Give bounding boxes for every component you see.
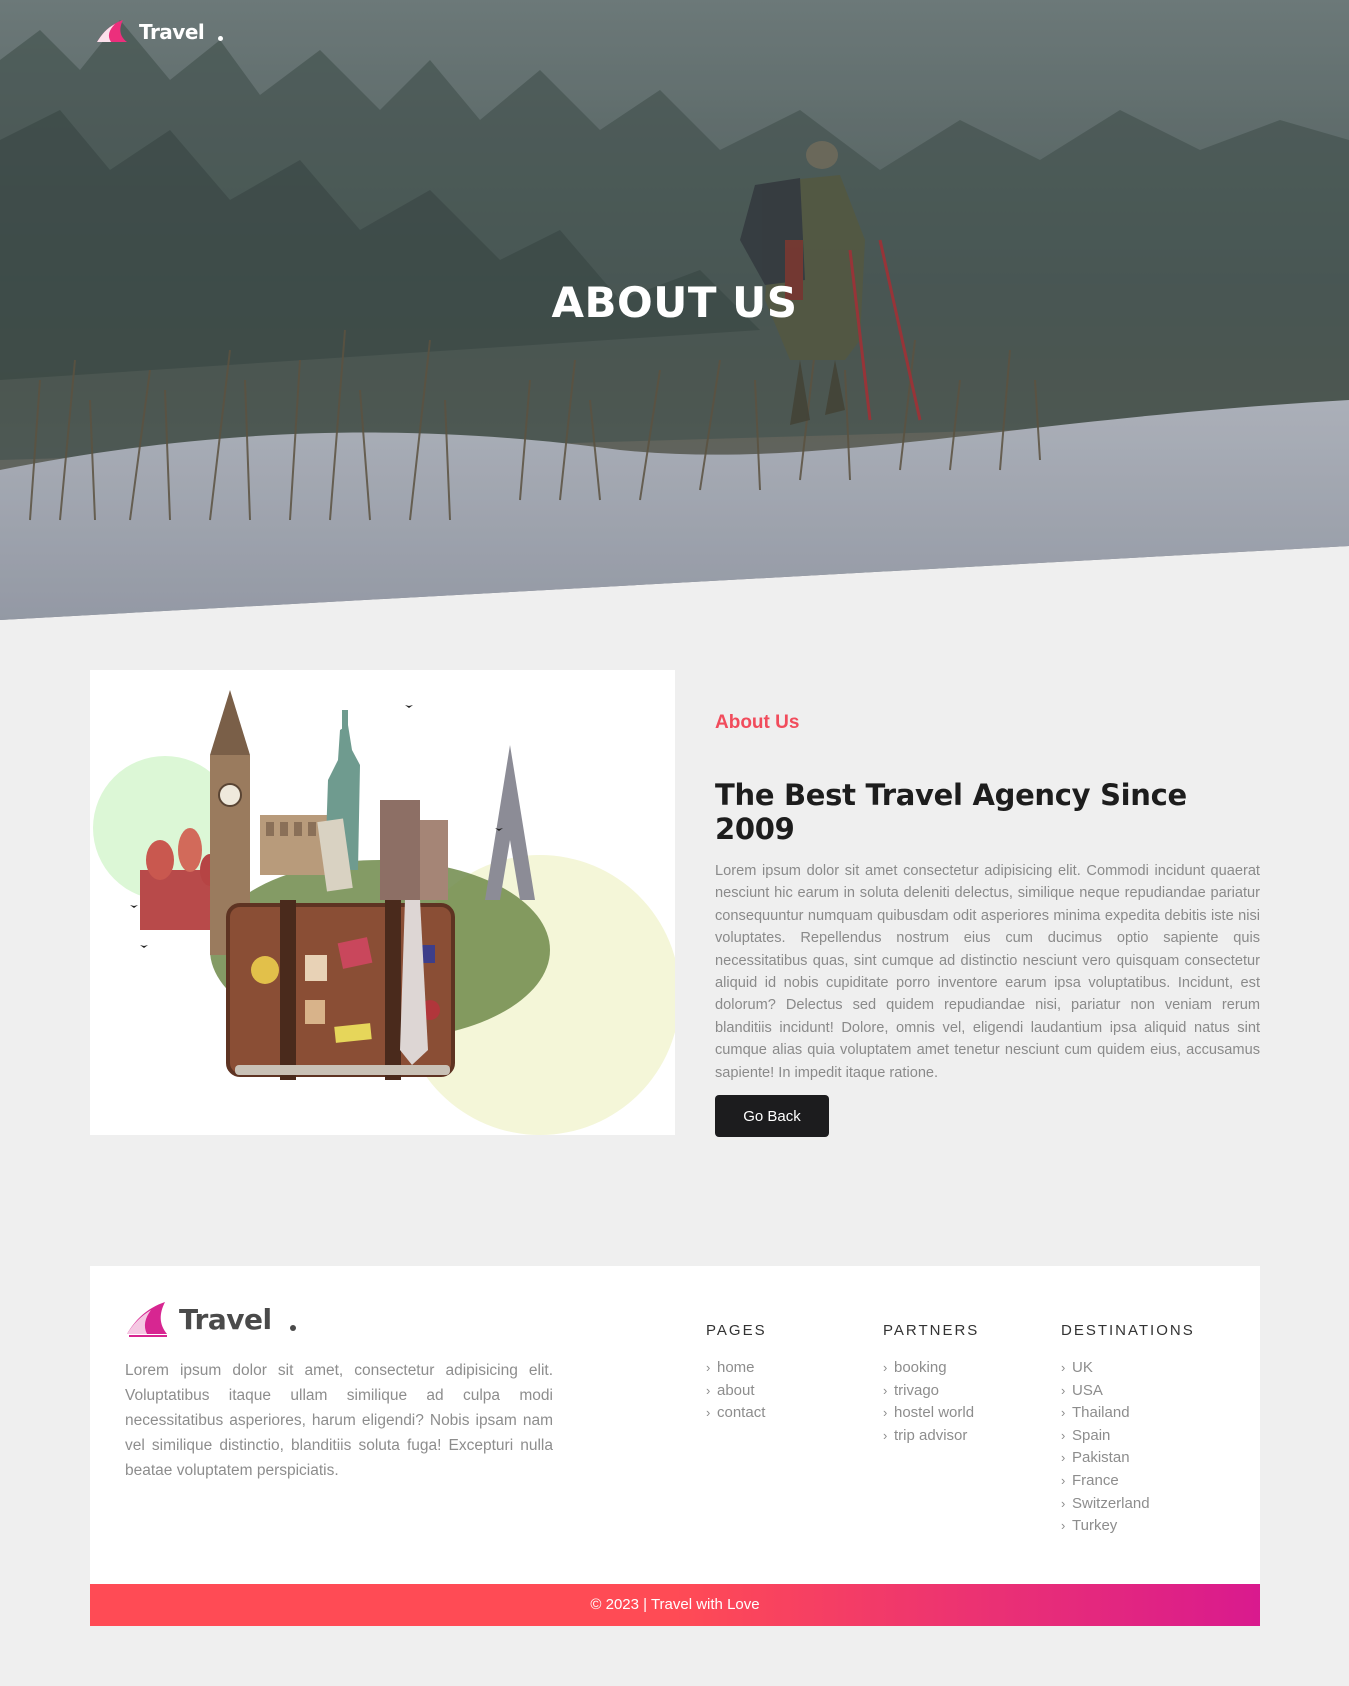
footer-link-item[interactable]: › UK bbox=[1061, 1357, 1195, 1380]
footer-link-item[interactable]: › contact bbox=[706, 1402, 767, 1425]
site-logo[interactable]: Travel bbox=[95, 18, 224, 46]
sail-logo-icon bbox=[97, 20, 127, 42]
footer-link-item[interactable]: › USA bbox=[1061, 1380, 1195, 1403]
footer-link-usa[interactable]: USA bbox=[1072, 1382, 1103, 1399]
footer-link-item[interactable]: › booking bbox=[883, 1357, 979, 1380]
footer-link-about[interactable]: about bbox=[717, 1382, 755, 1399]
footer-link-list: › UK › USA › Thailand › Spain › Pakistan › Fra… bbox=[1061, 1357, 1195, 1538]
about-eyebrow: About Us bbox=[715, 712, 800, 733]
footer-link-home[interactable]: home bbox=[717, 1359, 755, 1376]
footer-column-title: PAGES bbox=[706, 1322, 767, 1339]
about-content: About Us The Best Travel Agency Since 20… bbox=[715, 712, 1260, 1138]
page-title: ABOUT US bbox=[551, 278, 798, 327]
footer-column-title: DESTINATIONS bbox=[1061, 1322, 1195, 1339]
chevron-right-icon: › bbox=[1061, 1472, 1066, 1488]
chevron-right-icon: › bbox=[706, 1360, 711, 1375]
footer-link-trip-advisor[interactable]: trip advisor bbox=[894, 1427, 967, 1444]
footer-link-item[interactable]: › Pakistan bbox=[1061, 1447, 1195, 1470]
footer-column-pages: PAGES › home › about › contact bbox=[706, 1322, 767, 1425]
footer-column-partners: PARTNERS › booking › trivago › hostel world… bbox=[883, 1322, 979, 1447]
footer-link-item[interactable]: › hostel world bbox=[883, 1402, 979, 1425]
travel-suitcase-image bbox=[93, 690, 675, 1135]
footer-description: Lorem ipsum dolor sit amet, consectetur … bbox=[125, 1362, 553, 1479]
footer-link-switzerland[interactable]: Switzerland bbox=[1072, 1495, 1150, 1512]
copyright-bar: © 2023 | Travel with Love bbox=[90, 1584, 1260, 1626]
chevron-right-icon: › bbox=[1061, 1382, 1066, 1398]
footer-link-thailand[interactable]: Thailand bbox=[1072, 1404, 1130, 1421]
footer-logo-dot bbox=[289, 1325, 296, 1331]
logo-wordmark: Travel bbox=[139, 20, 205, 44]
footer-link-list: › home › about › contact bbox=[706, 1357, 767, 1425]
footer-link-item[interactable]: › about bbox=[706, 1380, 767, 1403]
footer-link-france[interactable]: France bbox=[1072, 1472, 1119, 1489]
go-back-button[interactable]: Go Back bbox=[715, 1095, 829, 1138]
footer-link-pakistan[interactable]: Pakistan bbox=[1072, 1449, 1130, 1466]
footer-link-item[interactable]: › Spain bbox=[1061, 1425, 1195, 1448]
footer-link-trivago[interactable]: trivago bbox=[894, 1382, 939, 1399]
about-illustration bbox=[90, 670, 675, 1135]
footer-logo-wordmark: Travel bbox=[179, 1302, 272, 1336]
chevron-right-icon: › bbox=[706, 1405, 711, 1421]
footer-link-item[interactable]: › Turkey bbox=[1061, 1515, 1195, 1538]
footer-link-hostel-world[interactable]: hostel world bbox=[894, 1404, 974, 1421]
footer-link-item[interactable]: › trivago bbox=[883, 1380, 979, 1403]
about-paragraph: Lorem ipsum dolor sit amet consectetur a… bbox=[715, 863, 1260, 1081]
site-footer: Travel Lorem ipsum dolor sit amet, conse… bbox=[90, 1266, 1260, 1626]
chevron-right-icon: › bbox=[1061, 1427, 1066, 1443]
chevron-right-icon: › bbox=[1061, 1518, 1066, 1534]
chevron-right-icon: › bbox=[883, 1360, 888, 1375]
chevron-right-icon: › bbox=[1061, 1495, 1066, 1511]
hero-banner: Travel ABOUT US bbox=[0, 0, 1349, 620]
footer-link-item[interactable]: › Switzerland bbox=[1061, 1493, 1195, 1516]
logo-dot bbox=[218, 35, 224, 41]
footer-column-destinations: DESTINATIONS › UK › USA › Thailand › Spain ›… bbox=[1061, 1322, 1195, 1538]
footer-link-item[interactable]: › trip advisor bbox=[883, 1425, 979, 1448]
about-heading: The Best Travel Agency Since 2009 bbox=[715, 778, 1187, 846]
chevron-right-icon: › bbox=[883, 1427, 888, 1443]
footer-link-item[interactable]: › France bbox=[1061, 1470, 1195, 1493]
footer-logo[interactable]: Travel bbox=[125, 1300, 296, 1338]
chevron-right-icon: › bbox=[883, 1405, 888, 1421]
sail-logo-icon bbox=[127, 1302, 167, 1337]
footer-link-uk[interactable]: UK bbox=[1072, 1359, 1093, 1376]
chevron-right-icon: › bbox=[706, 1382, 711, 1398]
footer-link-spain[interactable]: Spain bbox=[1072, 1427, 1110, 1444]
footer-link-list: › booking › trivago › hostel world › trip ad… bbox=[883, 1357, 979, 1447]
chevron-right-icon: › bbox=[1061, 1405, 1066, 1421]
footer-link-contact[interactable]: contact bbox=[717, 1404, 765, 1421]
chevron-right-icon: › bbox=[1061, 1360, 1066, 1375]
footer-link-item[interactable]: › Thailand bbox=[1061, 1402, 1195, 1425]
chevron-right-icon: › bbox=[883, 1382, 888, 1398]
chevron-right-icon: › bbox=[1061, 1450, 1066, 1466]
footer-link-item[interactable]: › home bbox=[706, 1357, 767, 1380]
footer-column-title: PARTNERS bbox=[883, 1322, 980, 1339]
footer-link-turkey[interactable]: Turkey bbox=[1072, 1517, 1117, 1534]
footer-link-booking[interactable]: booking bbox=[894, 1359, 947, 1376]
